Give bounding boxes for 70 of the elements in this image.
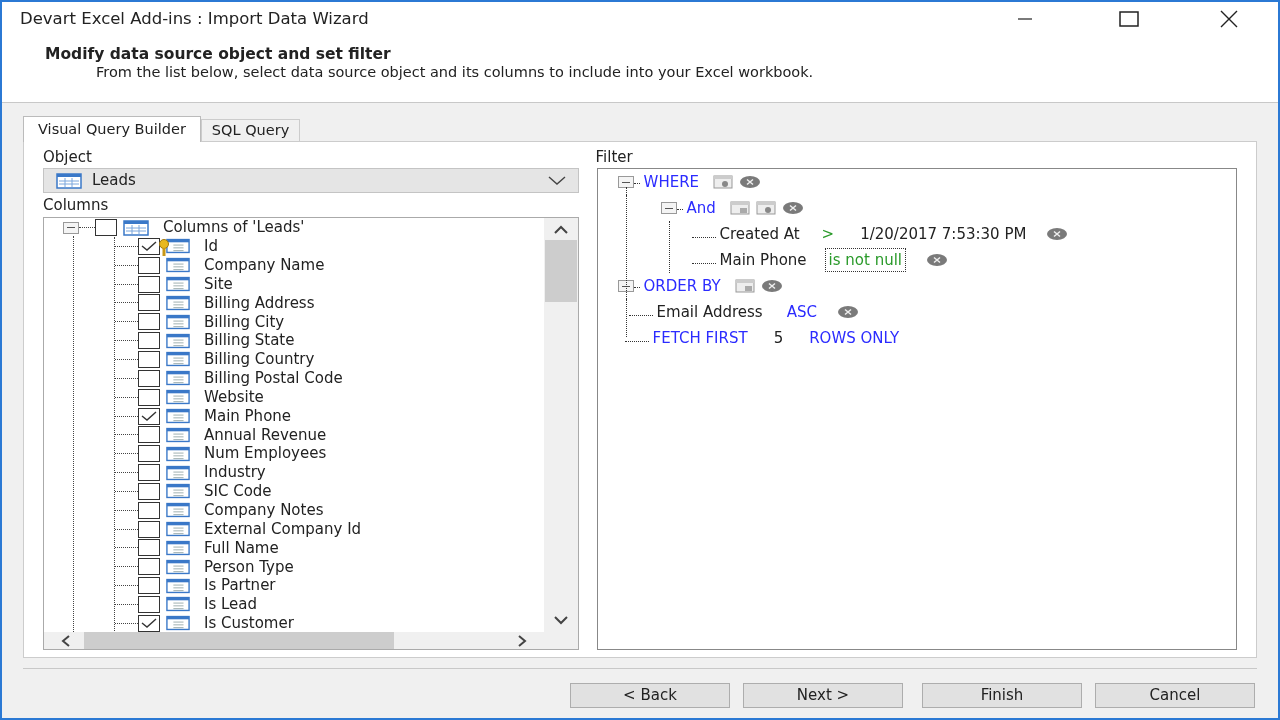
page-description: From the list below, select data source object and its columns to include into your Excel workbook.: [96, 64, 815, 80]
checkbox[interactable]: [138, 445, 160, 463]
condition-operator[interactable]: is not null: [824, 247, 907, 273]
page-heading: Modify data source object and set filter: [45, 44, 392, 64]
remove-icon[interactable]: [1046, 227, 1069, 241]
add-condition-icon[interactable]: [755, 200, 778, 216]
condition-field[interactable]: Created At: [719, 222, 800, 246]
maximize-icon[interactable]: [1118, 10, 1140, 28]
wizard-button[interactable]: Next >: [743, 683, 903, 708]
checkbox[interactable]: [138, 501, 160, 519]
sort-direction[interactable]: ASC: [786, 300, 817, 324]
checkbox[interactable]: [138, 595, 160, 613]
collapse-toggle[interactable]: [617, 280, 634, 292]
checkbox[interactable]: [138, 464, 160, 482]
condition-operator[interactable]: >: [817, 221, 839, 247]
collapse-toggle[interactable]: [660, 202, 677, 214]
window-title: Devart Excel Add-ins : Import Data Wizard: [20, 7, 370, 30]
chevron-down-icon: [547, 175, 566, 186]
fetch-count[interactable]: 5: [773, 326, 784, 350]
clause-keyword[interactable]: ROWS ONLY: [809, 326, 900, 350]
field-label: Object: [43, 147, 93, 168]
add-condition-icon[interactable]: [713, 174, 736, 190]
horizontal-scrollbar[interactable]: [44, 632, 578, 649]
remove-icon[interactable]: [781, 201, 804, 215]
condition-value[interactable]: 1/20/2017 7:53:30 PM: [860, 222, 1027, 246]
checkbox[interactable]: [138, 558, 160, 576]
checkbox[interactable]: [138, 388, 160, 406]
object-dropdown[interactable]: Leads: [43, 168, 579, 193]
scrollbar-thumb[interactable]: [544, 240, 577, 302]
checkbox[interactable]: [138, 351, 160, 368]
checkbox[interactable]: [138, 275, 160, 293]
clause-keyword[interactable]: And: [686, 196, 716, 220]
checkbox[interactable]: [138, 313, 160, 331]
remove-icon[interactable]: [760, 279, 783, 293]
checkbox[interactable]: [138, 294, 160, 312]
wizard-button[interactable]: < Back: [570, 683, 730, 708]
checkbox[interactable]: [138, 369, 160, 387]
wizard-button[interactable]: Cancel: [1095, 683, 1255, 708]
checkbox[interactable]: [138, 520, 160, 538]
wizard-button[interactable]: Finish: [922, 683, 1082, 708]
checkbox[interactable]: [138, 577, 160, 595]
remove-icon[interactable]: [926, 253, 949, 267]
tab[interactable]: SQL Query: [200, 119, 301, 141]
clause-keyword[interactable]: ORDER BY: [643, 274, 721, 298]
checkbox[interactable]: [138, 614, 160, 632]
scrollbar-thumb[interactable]: [84, 632, 394, 649]
key-icon: [157, 239, 171, 258]
remove-icon[interactable]: [739, 175, 762, 189]
vertical-scrollbar[interactable]: [543, 218, 578, 632]
checkbox[interactable]: [138, 256, 160, 274]
field-label: Columns: [43, 195, 110, 216]
clause-keyword[interactable]: WHERE: [643, 170, 700, 194]
checkbox[interactable]: [138, 407, 160, 425]
collapse-toggle[interactable]: [63, 221, 79, 234]
condition-field[interactable]: Main Phone: [719, 248, 807, 272]
checkbox[interactable]: [138, 237, 160, 255]
clause-keyword[interactable]: FETCH FIRST: [652, 326, 748, 350]
table-icon: [56, 172, 82, 189]
tab[interactable]: Visual Query Builder: [23, 116, 201, 142]
close-icon[interactable]: [1218, 10, 1240, 28]
collapse-toggle[interactable]: [617, 176, 634, 188]
sort-field[interactable]: Email Address: [656, 300, 763, 324]
table-icon: [123, 219, 149, 236]
checkbox[interactable]: [138, 482, 160, 500]
remove-icon[interactable]: [836, 305, 859, 319]
checkbox[interactable]: [138, 332, 160, 350]
checkbox[interactable]: [95, 219, 117, 236]
checkbox[interactable]: [138, 426, 160, 444]
checkbox[interactable]: [138, 539, 160, 557]
field-label: Filter: [595, 147, 634, 168]
